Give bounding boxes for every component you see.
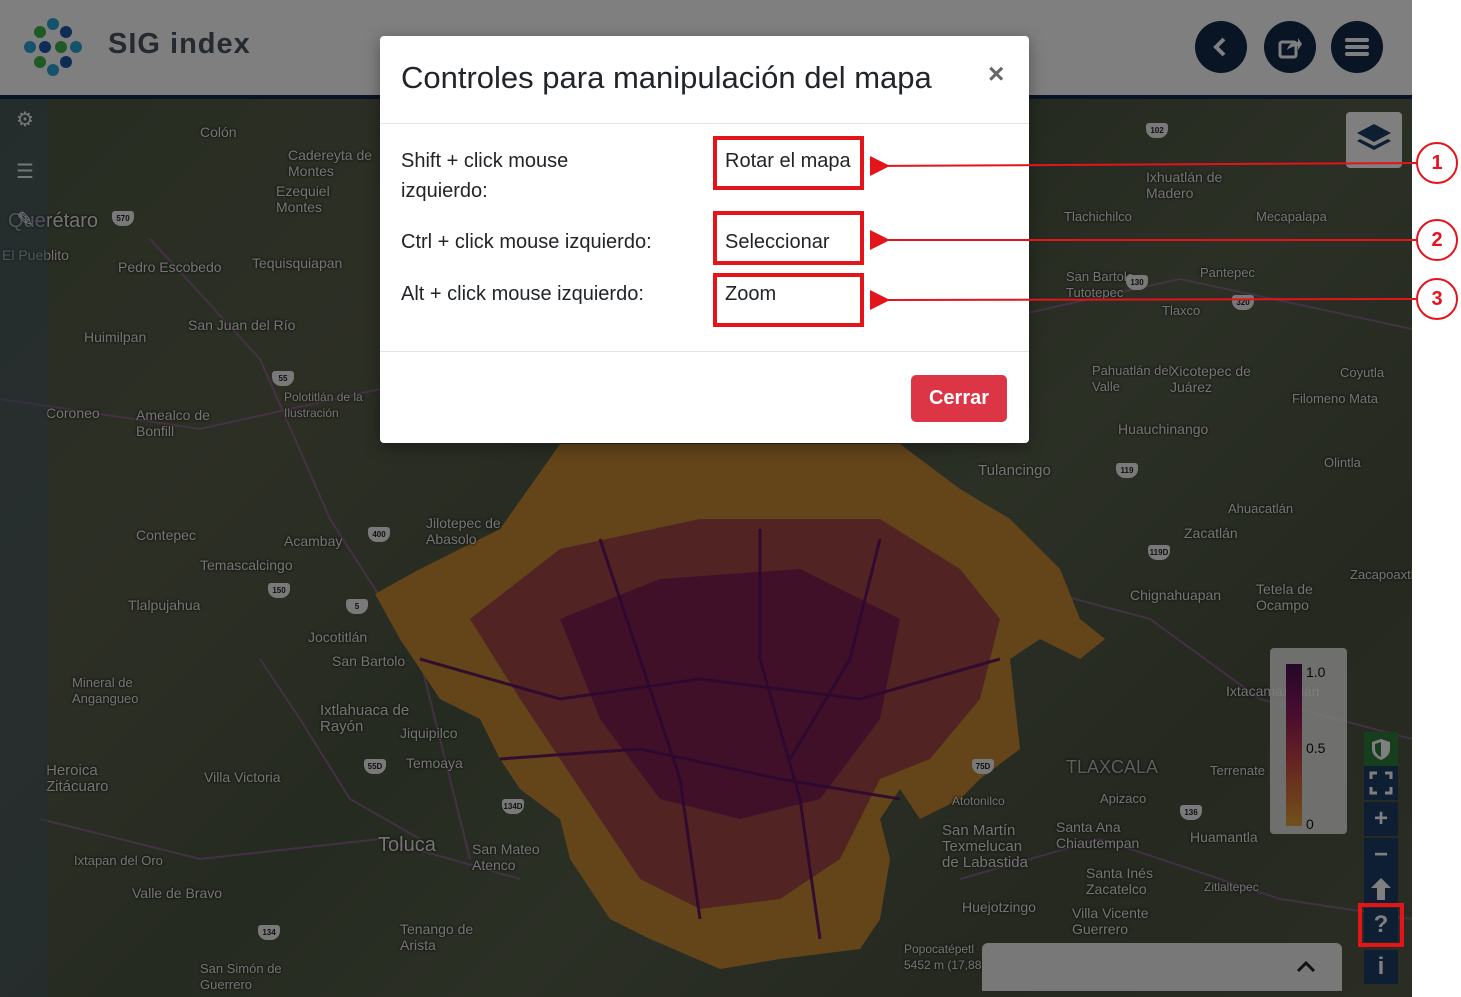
callout-number: 3: [1416, 278, 1458, 320]
annotation-arrows: [869, 156, 1417, 311]
callout-number: 1: [1416, 142, 1458, 184]
callout-number: 2: [1416, 219, 1458, 261]
